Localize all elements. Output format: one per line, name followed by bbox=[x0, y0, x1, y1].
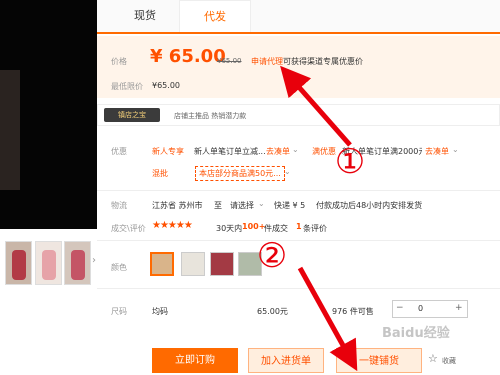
arrow-2 bbox=[297, 266, 358, 372]
annotation-number-2: ② bbox=[256, 236, 288, 276]
annotation-arrows bbox=[280, 65, 358, 372]
annotation-number-1: ① bbox=[334, 142, 366, 182]
arrow-1 bbox=[280, 65, 352, 147]
